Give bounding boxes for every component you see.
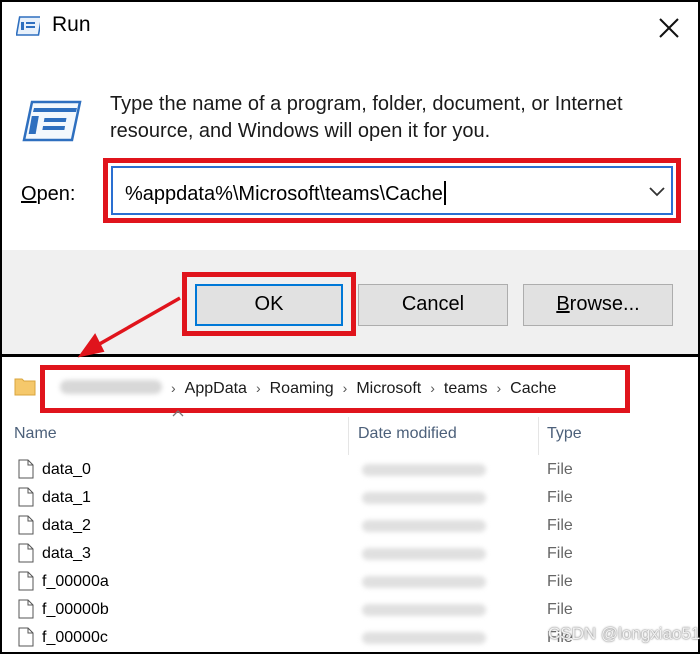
file-type: File	[547, 489, 573, 506]
file-name: f_00000a	[42, 573, 109, 590]
file-icon	[18, 599, 34, 619]
file-row[interactable]: f_00000a File	[2, 568, 698, 596]
open-label-rest: pen:	[36, 183, 76, 205]
file-date-redacted	[362, 576, 486, 588]
file-date-redacted	[362, 492, 486, 504]
browse-button[interactable]: Browse...	[523, 284, 673, 326]
file-icon	[18, 571, 34, 591]
title-bar: Run	[2, 2, 698, 52]
screenshot-frame: Run Type the name of a program, folder, …	[2, 2, 698, 652]
file-date-redacted	[362, 520, 486, 532]
file-name: data_1	[42, 489, 91, 506]
open-combobox[interactable]: %appdata%\Microsoft\teams\Cache	[111, 166, 673, 215]
column-header-name[interactable]: Name	[14, 425, 57, 443]
file-date-redacted	[362, 548, 486, 560]
file-row[interactable]: data_0 File	[2, 456, 698, 484]
file-explorer: › AppData › Roaming › Microsoft › teams › Cache N…	[2, 357, 698, 652]
file-icon	[18, 459, 34, 479]
file-name: f_00000b	[42, 601, 109, 618]
cancel-button[interactable]: Cancel	[358, 284, 508, 326]
open-input-text[interactable]: %appdata%\Microsoft\teams\Cache	[125, 181, 446, 206]
chevron-right-icon[interactable]: ›	[343, 380, 348, 396]
vertical-scrollbar[interactable]	[686, 417, 698, 652]
file-type: File	[547, 461, 573, 478]
run-app-icon	[16, 16, 40, 36]
file-icon	[18, 627, 34, 647]
file-name: data_2	[42, 517, 91, 534]
chevron-right-icon[interactable]: ›	[256, 380, 261, 396]
file-date-redacted	[362, 604, 486, 616]
dialog-description: Type the name of a program, folder, docu…	[110, 93, 623, 142]
breadcrumb-appdata[interactable]: AppData	[185, 380, 247, 397]
open-input-value: %appdata%\Microsoft\teams\Cache	[125, 183, 443, 205]
file-row[interactable]: f_00000b File	[2, 596, 698, 624]
breadcrumb-user-redacted[interactable]	[60, 380, 162, 394]
file-name: data_0	[42, 461, 91, 478]
file-date-redacted	[362, 464, 486, 476]
browse-accel: B	[556, 293, 570, 315]
file-type: File	[547, 545, 573, 562]
chevron-right-icon[interactable]: ›	[496, 380, 501, 396]
watermark: CSDN @longxiao51	[548, 624, 700, 643]
folder-icon	[14, 378, 36, 396]
file-name: f_00000c	[42, 629, 108, 646]
ok-button[interactable]: OK	[195, 284, 343, 326]
run-dialog-body: Run Type the name of a program, folder, …	[2, 2, 698, 250]
column-header-type[interactable]: Type	[547, 425, 582, 443]
file-name: data_3	[42, 545, 91, 562]
file-icon	[18, 515, 34, 535]
chevron-right-icon[interactable]: ›	[171, 380, 176, 396]
dialog-title: Run	[52, 13, 91, 36]
breadcrumb-teams[interactable]: teams	[444, 380, 488, 397]
close-icon[interactable]	[648, 6, 690, 48]
file-type: File	[547, 601, 573, 618]
breadcrumb: › AppData › Roaming › Microsoft › teams › Cache	[60, 380, 556, 398]
file-date-redacted	[362, 632, 486, 644]
run-program-icon	[22, 100, 82, 142]
open-label: Open:	[21, 183, 76, 206]
address-bar[interactable]: › AppData › Roaming › Microsoft › teams › Cache	[2, 359, 698, 413]
column-divider[interactable]	[348, 417, 349, 455]
browse-rest: rowse...	[569, 293, 640, 315]
file-row[interactable]: data_3 File	[2, 540, 698, 568]
file-type: File	[547, 573, 573, 590]
chevron-down-icon[interactable]	[645, 180, 669, 202]
file-icon	[18, 543, 34, 563]
run-dialog: Run Type the name of a program, folder, …	[2, 2, 698, 354]
open-label-accel: O	[21, 183, 37, 205]
breadcrumb-microsoft[interactable]: Microsoft	[356, 380, 421, 397]
column-divider[interactable]	[538, 417, 539, 455]
chevron-right-icon[interactable]: ›	[430, 380, 435, 396]
file-row[interactable]: data_2 File	[2, 512, 698, 540]
file-type: File	[547, 517, 573, 534]
file-row[interactable]: data_1 File	[2, 484, 698, 512]
sort-up-icon	[172, 410, 184, 417]
breadcrumb-cache[interactable]: Cache	[510, 380, 556, 397]
text-caret	[443, 181, 446, 205]
breadcrumb-roaming[interactable]: Roaming	[270, 380, 334, 397]
column-header-date[interactable]: Date modified	[358, 425, 457, 443]
file-icon	[18, 487, 34, 507]
